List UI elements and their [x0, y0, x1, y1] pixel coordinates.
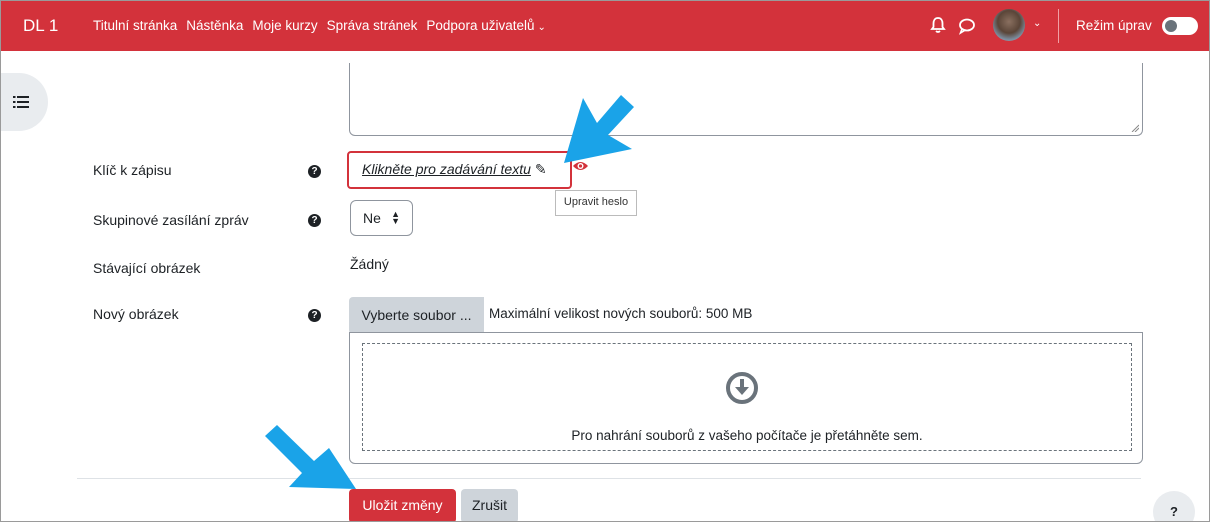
group-messaging-help-icon[interactable]: ?	[308, 214, 321, 227]
app-window: DL 1 Titulní stránka Nástěnka Moje kurzy…	[0, 0, 1210, 522]
enrolment-key-edit-link[interactable]: Klikněte pro zadávání textu ✎	[362, 161, 547, 178]
nav-link-user-support[interactable]: Podpora uživatelů ⌄	[426, 18, 545, 33]
enrolment-key-label: Klíč k zápisu	[93, 162, 172, 178]
pencil-icon: ✎	[534, 161, 547, 177]
top-navbar: DL 1 Titulní stránka Nástěnka Moje kurzy…	[1, 1, 1209, 51]
save-changes-button[interactable]: Uložit změny	[349, 489, 456, 521]
primary-navigation: Titulní stránka Nástěnka Moje kurzy Sprá…	[93, 18, 546, 33]
dropzone-instructions: Pro nahrání souborů z vašeho počítače je…	[571, 428, 923, 443]
file-dropzone-dashed-area[interactable]: Pro nahrání souborů z vašeho počítače je…	[362, 343, 1132, 451]
user-menu-chevron-icon[interactable]: ⌄	[1033, 18, 1041, 29]
resize-handle-icon[interactable]	[1131, 124, 1139, 132]
edit-mode-toggle[interactable]	[1162, 17, 1198, 35]
description-textarea[interactable]	[349, 63, 1143, 136]
nav-link-site-admin[interactable]: Správa stránek	[327, 18, 418, 33]
navbar-divider	[1058, 9, 1059, 43]
current-image-value: Žádný	[350, 256, 389, 272]
chat-bubble-icon[interactable]	[957, 16, 977, 36]
nav-link-my-courses[interactable]: Moje kurzy	[252, 18, 317, 33]
download-arrow-icon	[726, 372, 758, 404]
form-divider	[77, 478, 1141, 479]
chevron-down-icon: ⌄	[537, 22, 546, 33]
group-messaging-selected: Ne	[363, 210, 381, 226]
enrolment-key-help-icon[interactable]: ?	[308, 165, 321, 178]
bell-icon[interactable]	[928, 15, 948, 35]
help-fab-button[interactable]: ?	[1153, 491, 1195, 521]
enrolment-key-link-text: Klikněte pro zadávání textu	[362, 161, 531, 177]
new-image-label: Nový obrázek	[93, 306, 179, 322]
group-messaging-label: Skupinové zasílání zpráv	[93, 212, 249, 228]
edit-mode-label: Režim úprav	[1076, 18, 1152, 33]
file-dropzone[interactable]: Pro nahrání souborů z vašeho počítače je…	[349, 332, 1143, 464]
site-brand[interactable]: DL 1	[23, 16, 58, 36]
annotation-arrow-lower	[265, 425, 356, 489]
select-caret-icon: ▲ ▼	[391, 209, 400, 226]
choose-file-button[interactable]: Vyberte soubor ...	[349, 297, 484, 334]
cancel-button[interactable]: Zrušit	[461, 489, 518, 521]
annotation-arrow-upper	[564, 95, 634, 163]
group-messaging-select[interactable]: Ne ▲ ▼	[350, 200, 413, 236]
nav-link-user-support-label: Podpora uživatelů	[426, 18, 535, 33]
nav-link-home[interactable]: Titulní stránka	[93, 18, 177, 33]
edit-password-tooltip: Upravit heslo	[555, 190, 637, 216]
max-file-size-text: Maximální velikost nových souborů: 500 M…	[489, 306, 753, 321]
avatar[interactable]	[993, 9, 1025, 41]
nav-link-dashboard[interactable]: Nástěnka	[186, 18, 243, 33]
edit-mode-toggle-knob	[1165, 20, 1177, 32]
list-icon	[13, 96, 29, 108]
new-image-help-icon[interactable]: ?	[308, 309, 321, 322]
course-index-drawer-button[interactable]	[1, 73, 48, 131]
current-image-label: Stávající obrázek	[93, 260, 201, 276]
